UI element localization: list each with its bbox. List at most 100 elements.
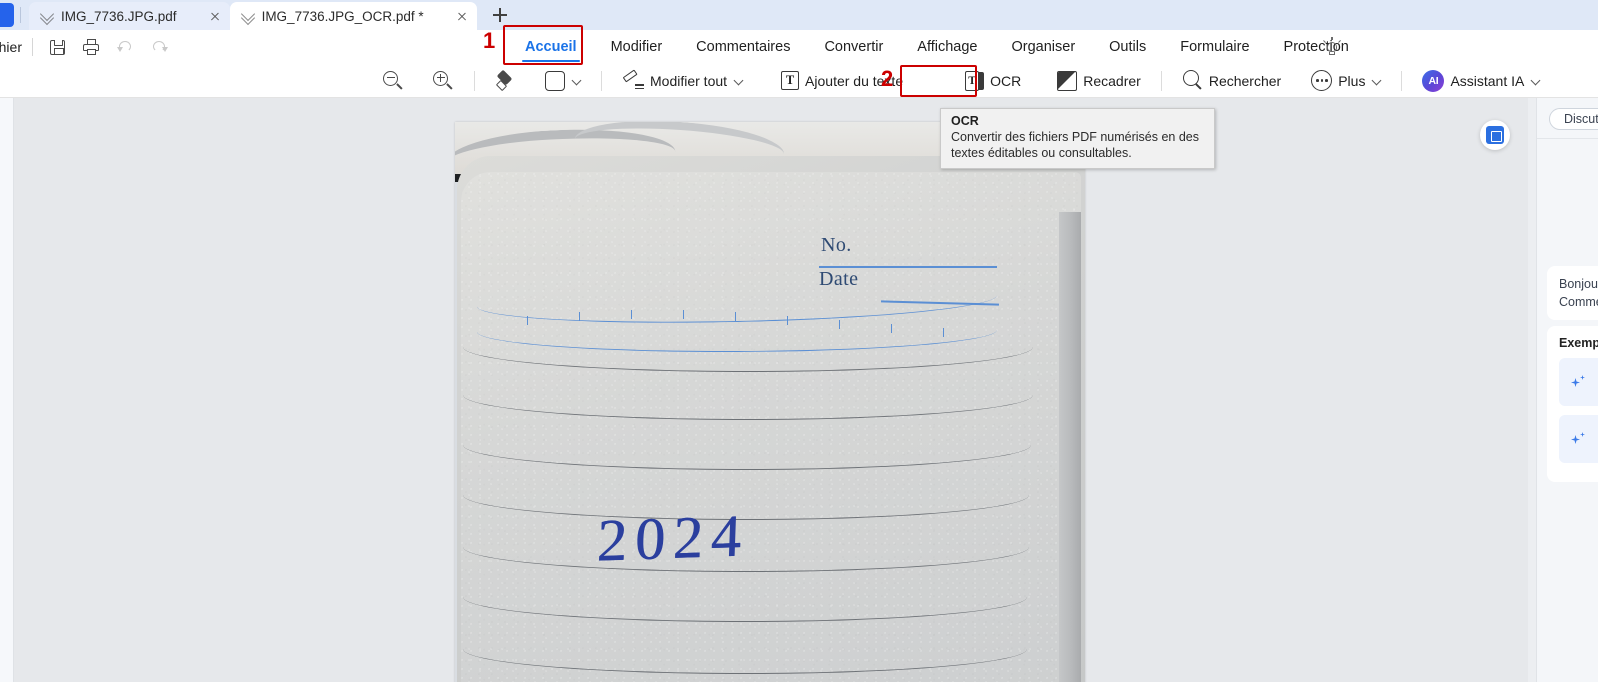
menu-item-label: Accueil <box>525 39 577 55</box>
search-button[interactable]: Rechercher <box>1174 67 1289 95</box>
zoom-in-button[interactable] <box>424 67 462 95</box>
print-icon <box>83 39 99 55</box>
fit-page-icon <box>1486 126 1504 144</box>
printed-no-label: No. <box>821 234 852 256</box>
menu-item-affichage[interactable]: Affichage <box>900 30 994 64</box>
rule-tick <box>579 312 581 321</box>
undo-icon <box>116 41 133 53</box>
tab-bar-divider <box>20 7 21 23</box>
search-icon <box>1182 70 1203 91</box>
pencil-edit-icon <box>622 68 644 91</box>
more-button[interactable]: Plus <box>1303 67 1389 95</box>
tab-close-icon[interactable] <box>453 7 471 25</box>
edit-all-button[interactable]: Modifier tout <box>614 67 751 95</box>
print-button[interactable] <box>77 34 105 60</box>
save-icon <box>50 40 65 55</box>
search-label: Rechercher <box>1208 72 1282 89</box>
zoom-out-button[interactable] <box>374 67 412 95</box>
tab-item-0[interactable]: IMG_7736.JPG.pdf <box>29 2 230 30</box>
lightbulb-icon[interactable] <box>1322 37 1342 57</box>
notebook: No. Date 2024 <box>457 156 1085 682</box>
ai-examples-title: Exemples <box>1559 336 1598 350</box>
toolbar-divider <box>1401 70 1403 91</box>
menu-item-label: Organiser <box>1011 39 1076 55</box>
notebook-page-edge <box>1059 212 1081 682</box>
ai-assistant-panel: Discuter Bonjour Comment Exemples <box>1528 98 1598 682</box>
sparkle-icon <box>1571 375 1585 389</box>
menu-item-modifier[interactable]: Modifier <box>594 30 680 64</box>
menu-item-label: Formulaire <box>1180 39 1250 55</box>
menu-item-commentaires[interactable]: Commentaires <box>679 30 807 64</box>
rule-tick <box>839 320 841 329</box>
notebook-page: No. Date 2024 <box>461 172 1081 682</box>
rule-tick <box>891 324 893 333</box>
tab-close-icon[interactable] <box>206 7 224 25</box>
shape-button[interactable] <box>537 67 589 95</box>
ocr-button[interactable]: T OCR <box>953 67 1029 95</box>
menu-item-label: Modifier <box>610 39 663 55</box>
ocr-tooltip: OCR Convertir des fichiers PDF numérisés… <box>940 108 1215 169</box>
pdf-editor-window: IMG_7736.JPG.pdf IMG_7736.JPG_OCR.pdf * … <box>0 0 1598 682</box>
more-label: Plus <box>1338 72 1366 89</box>
toolbar-divider <box>474 70 475 91</box>
ai-badge-icon: AI <box>1422 69 1445 92</box>
toolbar-divider <box>601 70 602 91</box>
printed-date-label: Date <box>819 268 859 290</box>
menu-item-label: Convertir <box>824 39 884 55</box>
fit-page-button[interactable] <box>1480 120 1510 150</box>
pdf-page[interactable]: No. Date 2024 <box>455 122 1085 682</box>
ai-chat-tab[interactable]: Discuter <box>1549 108 1598 130</box>
menu-item-outils[interactable]: Outils <box>1092 30 1163 64</box>
more-dots-icon <box>1311 70 1333 91</box>
tab-item-1[interactable]: IMG_7736.JPG_OCR.pdf * <box>229 2 477 30</box>
redo-button[interactable] <box>145 34 173 60</box>
ocr-icon: T <box>965 70 985 91</box>
rule-tick <box>735 312 737 321</box>
crop-label: Recadrer <box>1083 72 1141 89</box>
sparkle-icon <box>1571 432 1585 446</box>
menu-item-protection[interactable]: Protection <box>1267 30 1366 64</box>
chevron-down-icon <box>41 10 54 23</box>
viewer-left-gutter <box>0 98 14 682</box>
edit-all-label: Modifier tout <box>650 72 728 89</box>
zoom-out-icon <box>382 70 404 92</box>
ai-panel-divider <box>1537 138 1598 139</box>
highlighter-icon <box>495 69 517 92</box>
crop-button[interactable]: Recadrer <box>1049 67 1149 95</box>
annotation-marker-2: 2 <box>881 66 894 91</box>
ai-example-item[interactable] <box>1559 358 1598 406</box>
ai-assistant-label: Assistant IA <box>1450 72 1525 89</box>
ai-greeting-line2: Comment <box>1559 295 1598 310</box>
ai-greeting-card: Bonjour Comment <box>1547 266 1598 321</box>
highlighter-button[interactable] <box>487 67 525 95</box>
rule-tick <box>943 328 945 337</box>
tab-label: IMG_7736.JPG.pdf <box>61 8 177 24</box>
menu-item-label: Commentaires <box>696 39 791 55</box>
tooltip-body: Convertir des fichiers PDF numérisés en … <box>951 130 1200 160</box>
menu-item-accueil[interactable]: Accueil <box>508 30 594 64</box>
annotation-marker-1: 1 <box>483 28 496 53</box>
ai-assistant-button[interactable]: AI Assistant IA <box>1414 67 1548 95</box>
undo-button[interactable] <box>111 34 139 60</box>
ai-greeting-line1: Bonjour <box>1559 277 1598 291</box>
crop-icon <box>1057 70 1078 91</box>
menu-item-label: Affichage <box>917 39 978 55</box>
file-menu-button[interactable]: Fichier <box>0 39 22 55</box>
menu-item-organiser[interactable]: Organiser <box>994 30 1092 64</box>
chevron-down-icon <box>735 77 743 85</box>
rule-tick <box>683 310 685 319</box>
chevron-down-icon <box>242 10 255 23</box>
tooltip-title: OCR <box>951 114 979 128</box>
toolbar-divider <box>1160 70 1162 91</box>
chevron-down-icon <box>573 77 581 85</box>
zoom-in-icon <box>432 70 454 92</box>
rule-tick <box>787 316 789 325</box>
document-viewer[interactable]: No. Date 2024 <box>0 98 1528 682</box>
new-tab-button[interactable] <box>487 2 513 28</box>
ai-example-item[interactable] <box>1559 415 1598 463</box>
ocr-label: OCR <box>990 72 1022 89</box>
save-button[interactable] <box>43 34 71 60</box>
menu-item-convertir[interactable]: Convertir <box>807 30 900 64</box>
ribbon-toolbar: Modifier tout T Ajouter du texte T OCR R… <box>0 64 1598 98</box>
menu-item-formulaire[interactable]: Formulaire <box>1163 30 1266 64</box>
